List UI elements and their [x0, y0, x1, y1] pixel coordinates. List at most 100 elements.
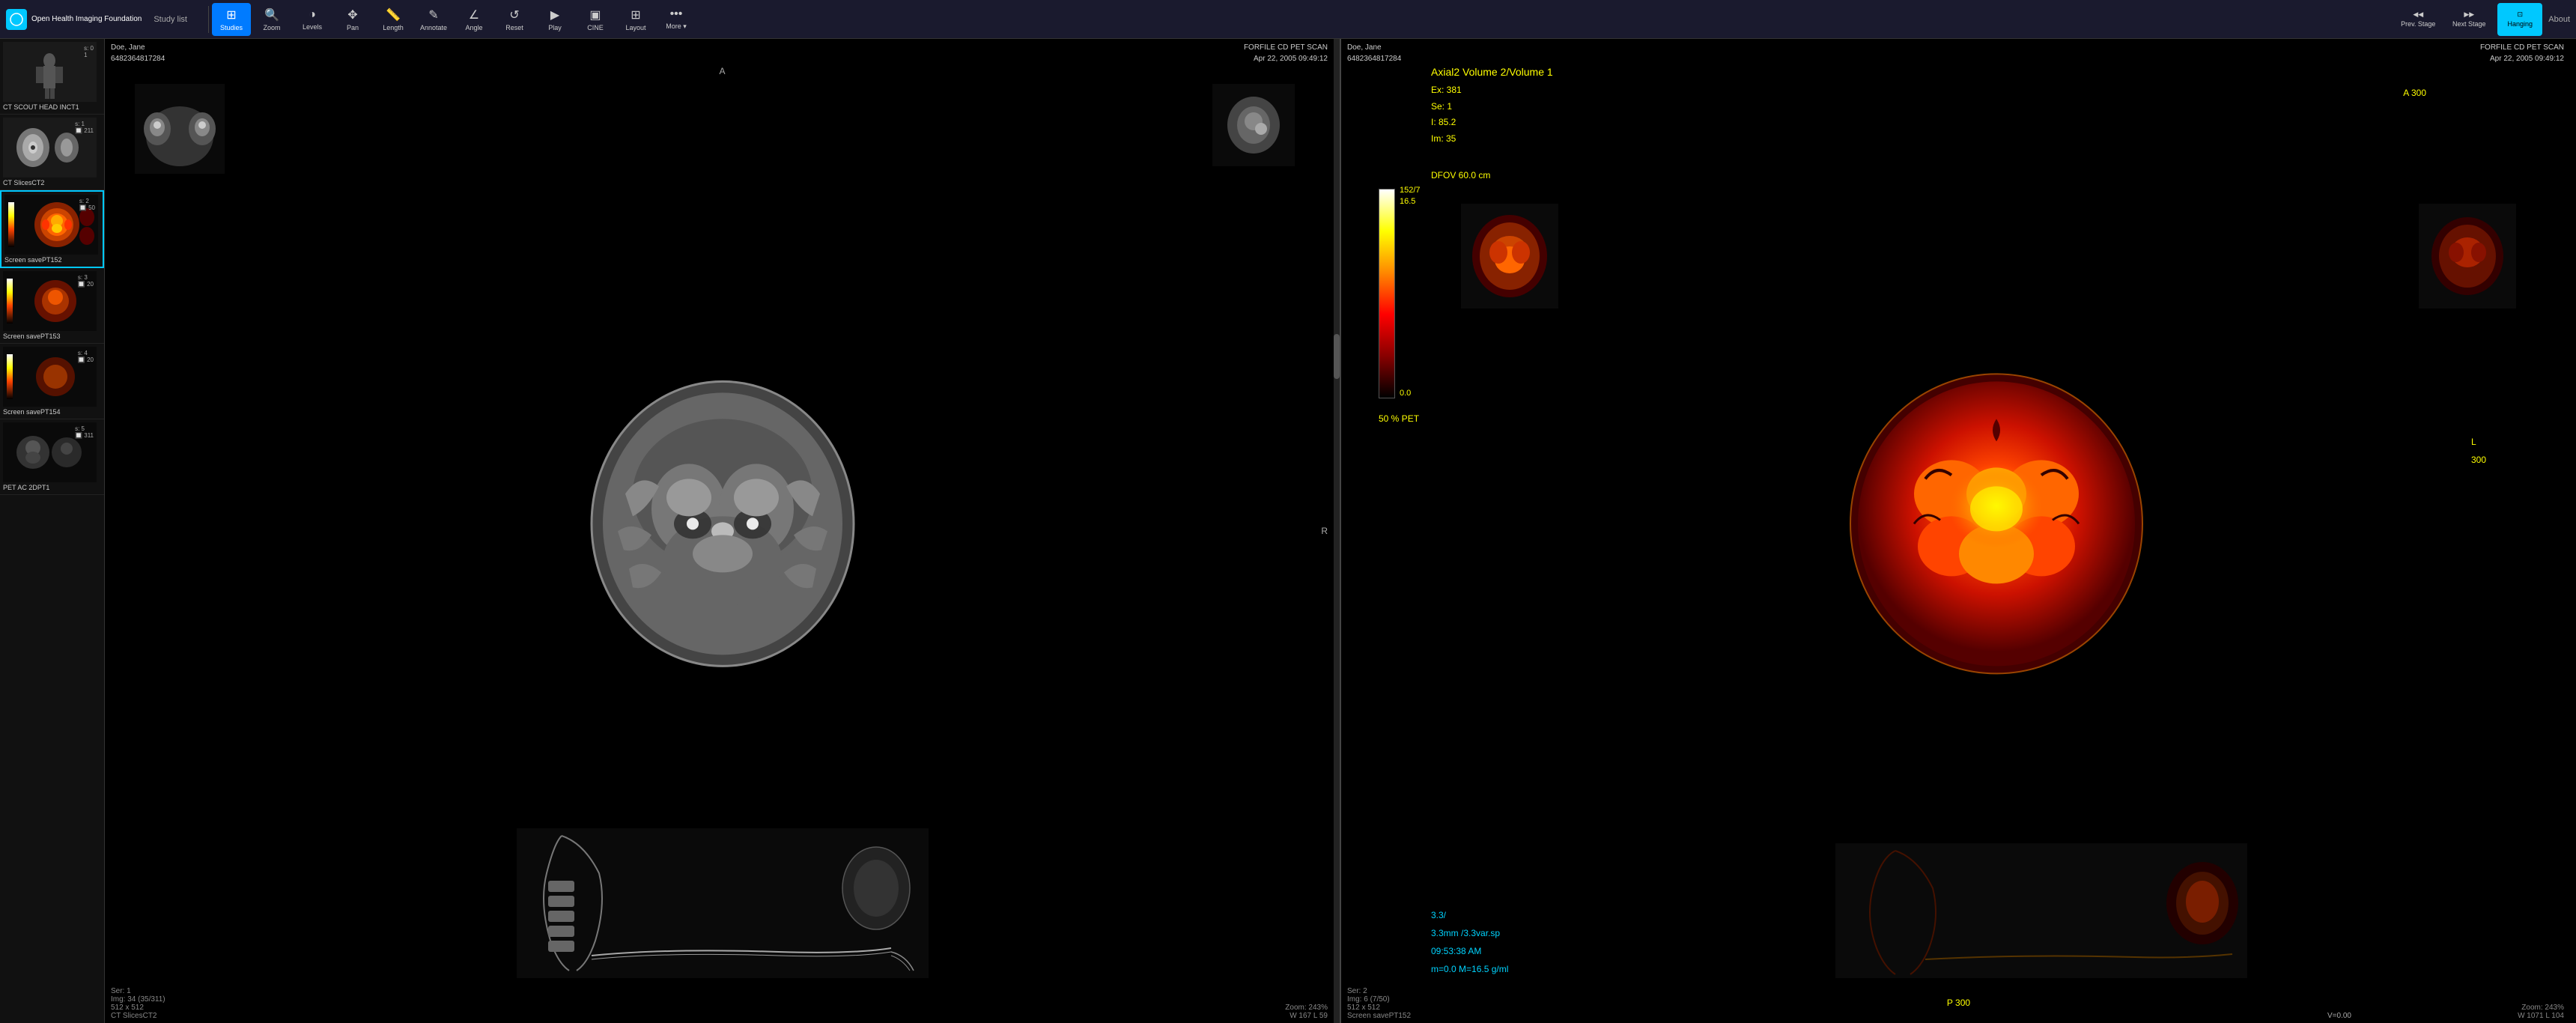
vp-left-scrollbar-thumb[interactable]: [1334, 334, 1340, 379]
divider-1: [208, 6, 209, 33]
colorbar: [1379, 189, 1395, 398]
vp-right-a-label: A 300: [2403, 88, 2426, 98]
vp-right-p-label: P 300: [1947, 998, 1970, 1008]
tool-layout[interactable]: ⊞ Layout: [616, 3, 655, 36]
series-label-2: CT SlicesCT2: [3, 179, 101, 186]
series-thumb-1: s: 01: [3, 42, 97, 102]
vp-right-bottom-right: Zoom: 243% W 1071 L 104: [2518, 1004, 2564, 1020]
series-num-6: s: 5🔲 311: [75, 425, 94, 439]
series-item-2[interactable]: s: 1🔲 211 CT SlicesCT2: [0, 115, 104, 190]
topbar: Open Health Imaging Foundation Study lis…: [0, 0, 2576, 39]
series-thumb-5: s: 4🔲 20: [3, 347, 97, 407]
vp-right-dfov: DFOV 60.0 cm: [1431, 170, 1490, 180]
studies-icon: ⊞: [226, 7, 236, 22]
vp-left-bottom-left: Ser: 1 Img: 34 (35/311) 512 x 512 CT Sli…: [111, 987, 165, 1020]
vp-right-bottom-left: Ser: 2 Img: 6 (7/50) 512 x 512 Screen sa…: [1347, 987, 1411, 1020]
vp-right-header-right: FORFILE CD PET SCAN Apr 22, 2005 09:49:1…: [2480, 42, 2564, 64]
pet-brain-main: [1809, 344, 2184, 703]
series-label-3: Screen savePT152: [4, 256, 100, 264]
logo-text: Open Health Imaging Foundation: [31, 14, 142, 24]
colorbar-labels: 152/7 16.5: [1400, 185, 1421, 208]
vp-right-title: Axial2 Volume 2/Volume 1: [1431, 66, 1553, 78]
series-label-4: Screen savePT153: [3, 333, 101, 340]
series-num-2: s: 1🔲 211: [75, 121, 94, 134]
length-icon: 📏: [386, 7, 401, 22]
tool-angle[interactable]: ∠ Angle: [455, 3, 493, 36]
vp-right-overlay-info: Ex: 381 Se: 1 I: 85.2 Im: 35: [1431, 82, 1462, 147]
annotate-icon: ✎: [428, 7, 438, 22]
series-num-4: s: 3🔲 20: [78, 274, 94, 288]
reset-icon: ↺: [509, 7, 519, 22]
series-item-4[interactable]: s: 3🔲 20 Screen savePT153: [0, 268, 104, 344]
series-thumb-4: s: 3🔲 20: [3, 271, 97, 331]
tool-more[interactable]: ••• More ▾: [657, 3, 696, 36]
vp-right-l-label: L 300: [2471, 433, 2486, 469]
tool-reset[interactable]: ↺ Reset: [495, 3, 534, 36]
viewports-container: Doe, Jane 6482364817284 FORFILE CD PET S…: [105, 39, 2576, 1023]
tool-play[interactable]: ▶ Play: [535, 3, 574, 36]
play-icon: ▶: [550, 7, 559, 22]
series-label-5: Screen savePT154: [3, 408, 101, 416]
orientation-right-label: R: [1321, 526, 1328, 536]
tool-cine[interactable]: ▣ CINE: [576, 3, 615, 36]
tool-zoom[interactable]: 🔍 Zoom: [252, 3, 291, 36]
colorbar-min-label: 0.0: [1400, 389, 1411, 398]
series-thumb-6: s: 5🔲 311: [3, 422, 97, 482]
tool-studies[interactable]: ⊞ Studies: [212, 3, 251, 36]
cine-icon: ▣: [589, 7, 601, 22]
vp-left-header: Doe, Jane 6482364817284: [111, 42, 165, 64]
series-item-5[interactable]: s: 4🔲 20 Screen savePT154: [0, 344, 104, 419]
layout-icon: ⊞: [631, 7, 640, 22]
ct-thumb-right-top: [1212, 84, 1295, 166]
pet-sagittal-view: [1835, 843, 2247, 978]
angle-icon: ∠: [469, 7, 479, 22]
series-label-1: CT SCOUT HEAD INCT1: [3, 103, 101, 111]
study-list-button[interactable]: Study list: [154, 15, 187, 24]
vp-right-v-label: V=0.00: [2327, 1012, 2351, 1020]
pet-thumb-left: [1461, 204, 1558, 309]
next-stage-button[interactable]: ▶▶ Next Stage: [2446, 3, 2491, 36]
ct-thumb-left-top: [135, 84, 225, 174]
series-num-1: s: 01: [84, 45, 94, 58]
more-icon: •••: [670, 7, 683, 21]
series-num-3: s: 2🔲 50: [79, 198, 95, 211]
ct-sagittal-view: [517, 828, 929, 978]
main-layout: s: 01 CT SCOUT HEAD INCT1 s: 1🔲 211: [0, 39, 2576, 1023]
series-item-3[interactable]: s: 2🔲 50 Screen savePT152: [0, 190, 104, 268]
ct-brain-main: [543, 344, 902, 703]
pet-thumb-right: [2419, 204, 2516, 309]
tool-levels[interactable]: ◑ Levels: [293, 3, 332, 36]
vp-right-pct-pet: 50 % PET: [1379, 413, 1419, 424]
vp-right-bottom-info: 3.3/ 3.3mm /3.3var.sp 09:53:38 AM m=0.0 …: [1431, 906, 1508, 978]
prev-stage-button[interactable]: ◀◀ Prev. Stage: [2396, 3, 2440, 36]
zoom-icon: 🔍: [264, 7, 279, 22]
vp-right-header: Doe, Jane 6482364817284: [1347, 42, 1401, 64]
next-stage-icon: ▶▶: [2464, 10, 2474, 19]
levels-icon: ◑: [309, 8, 316, 22]
tool-annotate[interactable]: ✎ Annotate: [414, 3, 453, 36]
sidebar: s: 01 CT SCOUT HEAD INCT1 s: 1🔲 211: [0, 39, 105, 1023]
logo-area: Open Health Imaging Foundation: [6, 9, 142, 30]
logo-icon: [6, 9, 27, 30]
series-num-5: s: 4🔲 20: [78, 350, 94, 363]
series-label-6: PET AC 2DPT1: [3, 484, 101, 491]
viewport-left[interactable]: Doe, Jane 6482364817284 FORFILE CD PET S…: [105, 39, 1341, 1023]
series-item-1[interactable]: s: 01 CT SCOUT HEAD INCT1: [0, 39, 104, 115]
vp-left-header-right: FORFILE CD PET SCAN Apr 22, 2005 09:49:1…: [1244, 42, 1328, 64]
series-item-6[interactable]: s: 5🔲 311 PET AC 2DPT1: [0, 419, 104, 495]
series-thumb-3: s: 2🔲 50: [4, 195, 98, 255]
pan-icon: ✥: [347, 7, 357, 22]
orientation-top-label: A: [719, 66, 725, 76]
topbar-right: ◀◀ Prev. Stage ▶▶ Next Stage ⊡ Hanging A…: [2396, 3, 2570, 36]
series-thumb-2: s: 1🔲 211: [3, 118, 97, 177]
vp-left-bottom-right: Zoom: 243% W 167 L 59: [1285, 1004, 1328, 1020]
vp-left-scrollbar[interactable]: [1334, 39, 1340, 1023]
hanging-icon: ⊡: [2517, 10, 2523, 19]
tool-length[interactable]: 📏 Length: [374, 3, 413, 36]
viewport-right[interactable]: Doe, Jane 6482364817284 FORFILE CD PET S…: [1341, 39, 2576, 1023]
hanging-button[interactable]: ⊡ Hanging: [2497, 3, 2542, 36]
about-button[interactable]: About: [2548, 15, 2570, 24]
prev-stage-icon: ◀◀: [2413, 10, 2423, 19]
tool-pan[interactable]: ✥ Pan: [333, 3, 372, 36]
toolbar-group: ⊞ Studies 🔍 Zoom ◑ Levels ✥ Pan 📏 Length…: [212, 3, 696, 36]
